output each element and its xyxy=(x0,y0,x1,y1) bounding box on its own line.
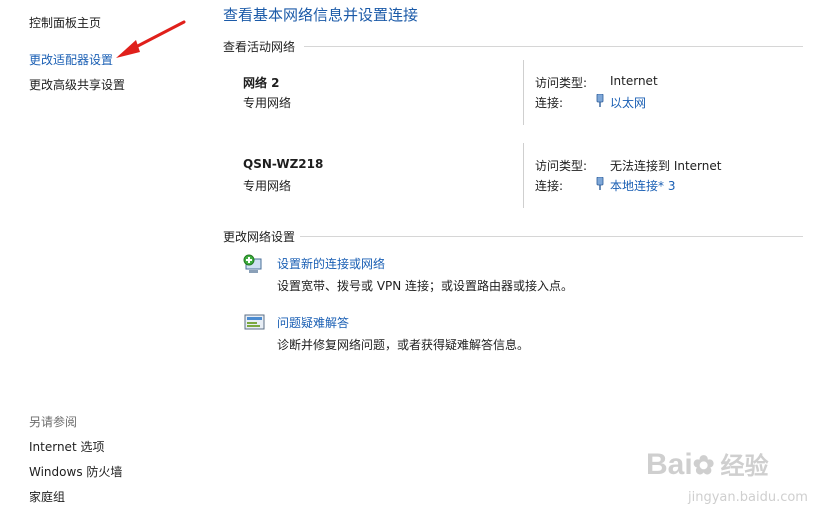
windows-firewall-link[interactable]: Windows 防火墙 xyxy=(29,463,122,480)
access-type-value: Internet xyxy=(610,74,658,88)
network-name: 网络 2 xyxy=(243,76,280,90)
ethernet-icon xyxy=(596,94,604,107)
network-name: QSN-WZ218 xyxy=(243,157,324,171)
troubleshoot-icon xyxy=(244,314,265,330)
watermark-url: jingyan.baidu.com xyxy=(688,490,808,505)
setup-new-connection-link[interactable]: 设置新的连接或网络 xyxy=(277,255,385,272)
network-divider xyxy=(523,143,524,208)
homegroup-link[interactable]: 家庭组 xyxy=(29,488,65,505)
change-adapter-settings-link[interactable]: 更改适配器设置 xyxy=(29,51,113,68)
connection-label: 连接: xyxy=(535,179,564,193)
access-type-label: 访问类型: xyxy=(535,76,588,90)
access-type-label: 访问类型: xyxy=(535,159,588,173)
change-settings-heading: 更改网络设置 xyxy=(223,230,296,244)
ethernet-icon xyxy=(596,177,604,190)
network-category: 专用网络 xyxy=(243,179,292,193)
network-category: 专用网络 xyxy=(243,96,292,110)
change-advanced-sharing-link[interactable]: 更改高级共享设置 xyxy=(29,76,125,93)
page-title: 查看基本网络信息并设置连接 xyxy=(223,6,419,24)
paw-icon: ✿ xyxy=(692,450,715,480)
baidu-watermark: Bai✿ 经验 xyxy=(646,448,769,481)
see-also-heading: 另请参阅 xyxy=(29,415,78,429)
control-panel-home-link[interactable]: 控制面板主页 xyxy=(29,14,101,31)
internet-options-link[interactable]: Internet 选项 xyxy=(29,438,104,455)
network-divider xyxy=(523,60,524,125)
troubleshoot-problems-desc: 诊断并修复网络问题，或者获得疑难解答信息。 xyxy=(277,338,530,352)
local-connection-link[interactable]: 本地连接* 3 xyxy=(610,177,675,194)
new-connection-icon xyxy=(243,254,262,273)
troubleshoot-problems-link[interactable]: 问题疑难解答 xyxy=(277,314,349,331)
connection-label: 连接: xyxy=(535,96,564,110)
section-divider xyxy=(300,236,803,237)
active-networks-heading: 查看活动网络 xyxy=(223,40,296,54)
setup-new-connection-desc: 设置宽带、拨号或 VPN 连接；或设置路由器或接入点。 xyxy=(277,279,574,293)
ethernet-connection-link[interactable]: 以太网 xyxy=(610,94,646,111)
section-divider xyxy=(304,46,803,47)
access-type-value: 无法连接到 Internet xyxy=(610,159,722,173)
red-arrow-annotation xyxy=(116,20,186,58)
